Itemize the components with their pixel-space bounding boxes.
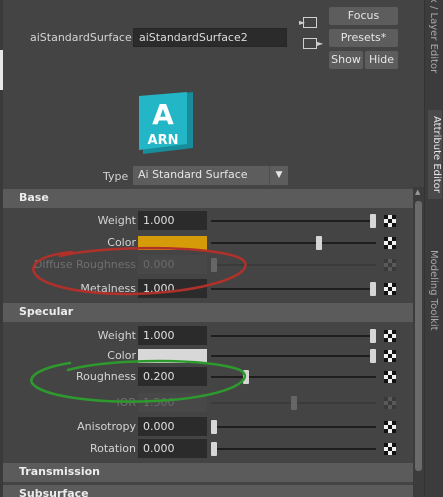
color-swatch[interactable] [138,349,207,363]
attr-slider-track[interactable] [211,242,376,244]
type-dropdown-value: Ai Standard Surface [138,168,248,181]
attr-slider-handle [291,396,297,410]
section-header-specular[interactable]: Specular [3,303,413,322]
side-tab-bar: Channel Box / Layer Editor Attribute Edi… [424,0,443,497]
attr-slider-track[interactable] [211,355,376,357]
map-texture-icon[interactable] [384,283,396,295]
attr-label: Metalness [80,282,136,295]
arnold-logo-icon: A ARN [137,92,197,156]
attr-label: Weight [97,214,136,227]
attr-slider-handle[interactable] [211,442,217,456]
attr-row-anisotropy: Anisotropy 0.000 [3,416,413,438]
attr-label: Color [107,349,136,362]
attr-row-base-color: Color [3,232,413,254]
attr-slider-track[interactable] [211,448,376,450]
attr-slider-handle[interactable] [316,236,322,250]
attr-row-base-weight: Weight 1.000 [3,210,413,232]
section-header-base[interactable]: Base [3,189,413,208]
map-texture-icon [384,397,396,409]
attr-slider-handle[interactable] [370,329,376,343]
attr-row-specular-color: Color [3,345,413,367]
section-header-transmission[interactable]: Transmission [3,463,413,482]
map-texture-icon [384,259,396,271]
scrollbar[interactable]: ▲ [413,187,424,497]
attr-slider-track[interactable] [211,376,376,378]
attr-slider-handle[interactable] [370,349,376,363]
presets-button[interactable]: Presets* [329,29,398,47]
map-texture-icon[interactable] [384,443,396,455]
show-button[interactable]: Show [329,51,363,69]
type-label: Type [103,170,129,183]
type-dropdown[interactable]: Ai Standard Surface ▼ [133,166,288,185]
attr-slider-track[interactable] [211,335,376,337]
attr-label: Roughness [75,370,136,383]
attr-label: Anisotropy [77,420,136,433]
attr-label: Weight [97,329,136,342]
attr-value-field[interactable]: 0.200 [138,367,207,386]
scrollbar-thumb[interactable] [415,201,422,471]
attr-value-field: 0.000 [138,255,207,274]
left-panel-marker [0,50,3,90]
tab-channel-box[interactable]: Channel Box / Layer Editor [428,0,439,73]
node-type-label: aiStandardSurface: [30,31,136,44]
attr-value-field[interactable]: 1.000 [138,211,207,230]
hide-button[interactable]: Hide [365,51,398,69]
section-header-subsurface[interactable]: Subsurface [3,485,413,497]
tab-modeling-toolkit[interactable]: Modeling Toolkit [428,250,439,331]
attr-label: Rotation [89,442,136,455]
logo-text: ARN [148,133,179,148]
attr-row-metalness: Metalness 1.000 [3,278,413,300]
input-connections-icon[interactable]: ► [299,17,317,28]
attr-row-ior: IOR 1.500 [3,392,413,414]
map-texture-icon[interactable] [384,350,396,362]
attr-row-roughness: Roughness 0.200 [3,366,413,388]
node-name-field[interactable]: aiStandardSurface2 [133,28,287,47]
attr-value-field[interactable]: 1.000 [138,326,207,345]
map-texture-icon[interactable] [384,237,396,249]
attr-label: Color [107,236,136,249]
output-connections-icon[interactable]: ► [303,38,323,49]
attr-row-diffuse-roughness: Diffuse Roughness 0.000 [3,254,413,276]
attr-label: IOR [116,396,136,409]
attr-slider-track [211,264,376,266]
scroll-up-arrow-icon[interactable]: ▲ [415,188,420,196]
attr-slider-track[interactable] [211,220,376,222]
attr-row-specular-weight: Weight 1.000 [3,325,413,347]
attr-label: Diffuse Roughness [33,258,136,271]
attr-slider-track[interactable] [211,426,376,428]
focus-button[interactable]: Focus [329,7,398,25]
map-texture-icon[interactable] [384,215,396,227]
chevron-down-icon: ▼ [269,166,288,185]
map-texture-icon[interactable] [384,330,396,342]
logo-letter: A [152,98,174,131]
attr-value-field[interactable]: 0.000 [138,439,207,458]
tab-attribute-editor[interactable]: Attribute Editor [428,110,442,199]
attr-slider-handle[interactable] [211,420,217,434]
attr-row-rotation: Rotation 0.000 [3,438,413,460]
attr-value-field[interactable]: 0.000 [138,417,207,436]
map-texture-icon[interactable] [384,421,396,433]
attr-value-field: 1.500 [138,393,207,412]
attr-slider-handle [211,258,217,272]
attr-slider-handle[interactable] [243,370,249,384]
attr-slider-handle[interactable] [370,282,376,296]
color-swatch[interactable] [138,236,207,250]
map-texture-icon[interactable] [384,371,396,383]
attr-slider-track[interactable] [211,288,376,290]
attr-slider-handle[interactable] [370,214,376,228]
attr-value-field[interactable]: 1.000 [138,279,207,298]
